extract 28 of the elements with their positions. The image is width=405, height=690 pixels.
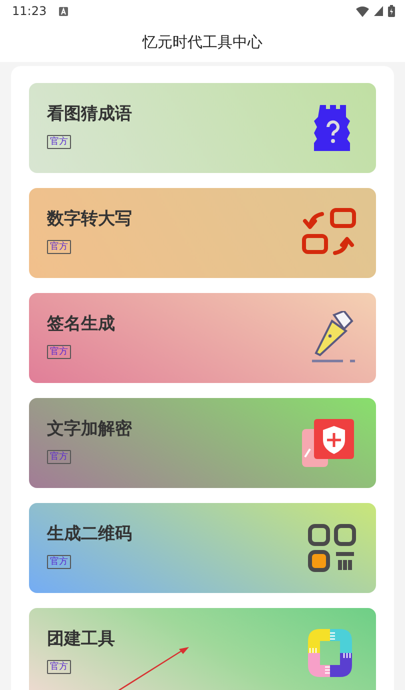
tool-title: 看图猜成语 xyxy=(47,102,132,124)
qr-code-icon xyxy=(308,524,356,572)
status-time: 11:23 xyxy=(12,4,47,18)
tool-title: 数字转大写 xyxy=(47,208,132,230)
tool-card[interactable]: 团建工具 官方 xyxy=(29,608,376,690)
tool-card[interactable]: 签名生成 官方 xyxy=(29,293,376,383)
official-tag: 官方 xyxy=(47,450,71,464)
shield-cross-icon xyxy=(302,417,356,469)
official-tag: 官方 xyxy=(47,344,71,358)
signal-icon xyxy=(374,6,383,16)
tool-title: 生成二维码 xyxy=(47,522,132,544)
tool-title: 签名生成 xyxy=(47,312,115,334)
tool-title: 团建工具 xyxy=(47,628,115,650)
tool-card[interactable]: 文字加解密 官方 xyxy=(29,398,376,488)
battery-icon xyxy=(388,5,395,17)
swap-arrows-icon xyxy=(302,208,356,258)
official-tag: 官方 xyxy=(47,660,71,674)
fountain-pen-icon xyxy=(310,311,356,365)
official-tag: 官方 xyxy=(47,554,71,568)
tool-card[interactable]: 数字转大写 官方 xyxy=(29,188,376,278)
page-title: 忆元时代工具中心 xyxy=(142,32,262,52)
wifi-icon xyxy=(356,6,369,16)
notification-icon xyxy=(58,6,68,16)
tool-title: 文字加解密 xyxy=(47,418,132,440)
tool-card[interactable]: 看图猜成语 官方 xyxy=(29,83,376,173)
official-tag: 官方 xyxy=(47,134,71,148)
tool-card[interactable]: 生成二维码 官方 xyxy=(29,503,376,593)
official-tag: 官方 xyxy=(47,240,71,254)
